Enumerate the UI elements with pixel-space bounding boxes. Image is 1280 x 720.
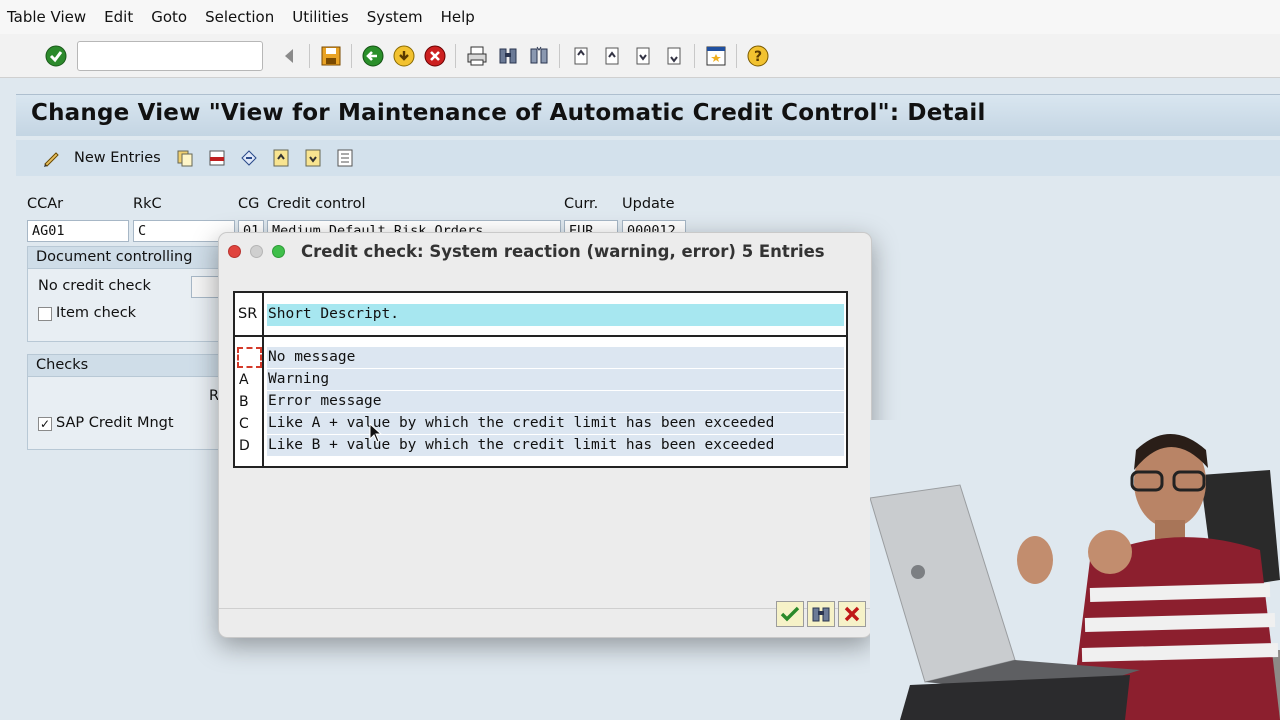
toolbar-separator: [351, 43, 352, 68]
find-next-icon[interactable]: [526, 43, 552, 69]
toolbar-separator: [736, 43, 737, 68]
previous-entry-icon[interactable]: [270, 147, 292, 169]
help-icon[interactable]: ?: [745, 43, 771, 69]
cancel-icon[interactable]: [422, 43, 448, 69]
check-icon: [780, 606, 800, 622]
find-icon[interactable]: [495, 43, 521, 69]
toolbar-separator: [694, 43, 695, 68]
row-description[interactable]: Like A + value by which the credit limit…: [267, 413, 844, 434]
minimize-window-icon[interactable]: [250, 245, 263, 258]
toolbar-separator: [559, 43, 560, 68]
row-description[interactable]: No message: [267, 347, 844, 368]
label-update: Update: [622, 196, 675, 212]
save-icon[interactable]: [318, 43, 344, 69]
selection-cursor: [237, 347, 262, 368]
first-page-icon[interactable]: [568, 43, 594, 69]
zoom-window-icon[interactable]: [272, 245, 285, 258]
item-check-label: Item check: [56, 305, 137, 321]
column-header-short-description[interactable]: Short Descript.: [267, 304, 844, 326]
table-row[interactable]: A Warning: [235, 369, 846, 391]
label-cg: CG: [238, 196, 260, 212]
row-description[interactable]: Warning: [267, 369, 844, 390]
checks-title: Checks: [28, 355, 226, 377]
mouse-pointer-icon: [369, 423, 383, 443]
toolbar-separator: [455, 43, 456, 68]
next-page-icon[interactable]: [630, 43, 656, 69]
next-entry-icon[interactable]: [302, 147, 324, 169]
menu-edit[interactable]: Edit: [97, 8, 144, 26]
binoculars-icon: [812, 607, 830, 622]
close-icon: [844, 606, 860, 622]
row-description[interactable]: Like B + value by which the credit limit…: [267, 435, 844, 456]
table-row[interactable]: No message: [235, 347, 846, 369]
exit-icon[interactable]: [391, 43, 417, 69]
enter-icon[interactable]: [43, 43, 69, 69]
page-title: Change View "View for Maintenance of Aut…: [31, 100, 986, 126]
back-arrow-icon[interactable]: [276, 43, 302, 69]
back-icon[interactable]: [360, 43, 386, 69]
row-key: A: [239, 372, 249, 388]
previous-page-icon[interactable]: [599, 43, 625, 69]
menu-bar: Table View Edit Goto Selection Utilities…: [0, 0, 1280, 34]
find-button[interactable]: [807, 601, 835, 627]
command-field[interactable]: [77, 40, 263, 71]
row-description[interactable]: Error message: [267, 391, 844, 412]
title-band: Change View "View for Maintenance of Aut…: [16, 94, 1280, 136]
menu-table-view[interactable]: Table View: [0, 8, 97, 26]
row-key: B: [239, 394, 249, 410]
layout-icon[interactable]: [703, 43, 729, 69]
toolbar-separator: [309, 43, 310, 68]
ccar-field[interactable]: AG01: [27, 220, 129, 242]
label-credit-control: Credit control: [267, 196, 366, 212]
confirm-button[interactable]: [776, 601, 804, 627]
dialog-footer-divider: [219, 608, 871, 609]
document-controlling-title: Document controlling: [28, 247, 226, 269]
table-row[interactable]: B Error message: [235, 391, 846, 413]
label-rkc: RkC: [133, 196, 162, 212]
item-check-checkbox[interactable]: [38, 307, 52, 321]
menu-selection[interactable]: Selection: [198, 8, 285, 26]
label-currency: Curr.: [564, 196, 599, 212]
no-credit-check-label: No credit check: [38, 278, 151, 294]
checks-group: Checks: [27, 354, 227, 450]
svg-text:?: ?: [753, 49, 761, 65]
label-ccar: CCAr: [27, 196, 64, 212]
presenter-video-overlay: [870, 420, 1280, 720]
credit-check-dialog: Credit check: System reaction (warning, …: [218, 232, 872, 638]
undo-change-icon[interactable]: [238, 147, 260, 169]
values-table: SR Short Descript. No message A Warning …: [233, 291, 848, 468]
table-row[interactable]: C Like A + value by which the credit lim…: [235, 413, 846, 435]
menu-utilities[interactable]: Utilities: [285, 8, 359, 26]
column-header-sr[interactable]: SR: [238, 306, 257, 322]
select-block-icon[interactable]: [334, 147, 356, 169]
print-icon[interactable]: [464, 43, 490, 69]
close-window-icon[interactable]: [228, 245, 241, 258]
delete-icon[interactable]: [206, 147, 228, 169]
menu-help[interactable]: Help: [434, 8, 486, 26]
header-divider: [235, 335, 846, 337]
last-page-icon[interactable]: [661, 43, 687, 69]
dialog-title: Credit check: System reaction (warning, …: [301, 242, 825, 261]
row-key: D: [239, 438, 250, 454]
sap-credit-mngt-label: SAP Credit Mngt: [56, 415, 174, 431]
dialog-titlebar: Credit check: System reaction (warning, …: [219, 233, 871, 270]
new-entries-icon[interactable]: [41, 147, 63, 169]
copy-as-icon[interactable]: [174, 147, 196, 169]
standard-toolbar: ?: [0, 34, 1280, 78]
row-key: C: [239, 416, 249, 432]
menu-system[interactable]: System: [360, 8, 434, 26]
sap-credit-mngt-checkbox[interactable]: ✓: [38, 417, 52, 431]
menu-goto[interactable]: Goto: [144, 8, 198, 26]
cancel-button[interactable]: [838, 601, 866, 627]
table-row[interactable]: D Like B + value by which the credit lim…: [235, 435, 846, 457]
new-entries-button[interactable]: New Entries: [74, 150, 161, 166]
application-toolbar: New Entries: [16, 140, 1280, 176]
